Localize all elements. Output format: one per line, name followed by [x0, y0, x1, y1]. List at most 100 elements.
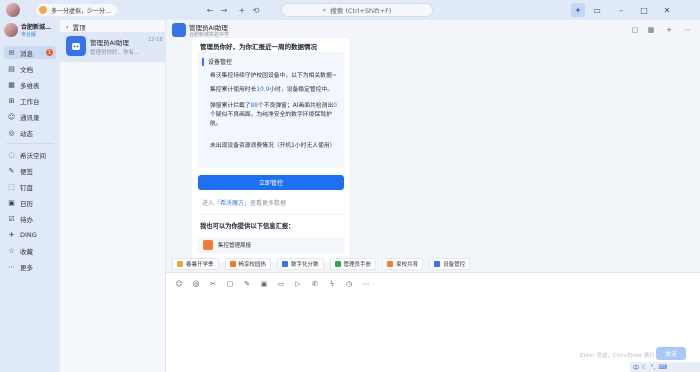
nav-item-tables[interactable]: ▦ 多维表	[4, 78, 56, 91]
quick-chip[interactable]: 春暑开学季	[172, 258, 219, 270]
paragraph-intro: 希沃集控持续守护校园设备中，以下为相关数据~	[210, 73, 337, 79]
paragraph-waste: 未出现设备资源浪费情况（开机1小时无人使用）	[210, 143, 336, 149]
report-item[interactable]: 集控管理周报	[198, 237, 344, 253]
quick-chip[interactable]: 数字化分数	[277, 258, 324, 270]
enter-link: 进入「希沃魔方」查看更多数据	[202, 198, 286, 207]
activity-icon: ◎	[8, 128, 15, 137]
search-icon: ⌕	[322, 5, 327, 14]
document-icon[interactable]: ▢	[225, 279, 235, 289]
video-icon[interactable]: ▷	[293, 279, 303, 289]
moon-icon: ☾	[642, 363, 648, 371]
nav-item-workbench[interactable]: ⊞ 工作台	[4, 94, 56, 107]
folder-icon[interactable]: ▭	[276, 279, 286, 289]
nav-item-todo[interactable]: ☑ 待办	[4, 212, 56, 225]
clock-icon[interactable]: ◷	[344, 279, 354, 289]
pinned-label: 置顶	[72, 24, 86, 32]
history-icon[interactable]: ⟲	[250, 4, 262, 16]
quick-actions: 春暑开学季 畅享校园热 数字化分数 管理员手册 家校共育 设备管控	[172, 258, 471, 270]
chip-icon	[434, 261, 441, 267]
chip-icon	[282, 261, 289, 267]
user-avatar[interactable]	[6, 3, 20, 17]
quick-chip[interactable]: 畅享校园热	[224, 258, 272, 270]
chip-label: 春暑开学季	[186, 262, 214, 268]
lightning-icon[interactable]: ϟ	[327, 279, 337, 289]
search-bar[interactable]: ⌕ 搜索 (Ctrl+Shift+F)	[281, 3, 433, 17]
nav-item-drive[interactable]: ⬚ 钉盘	[4, 180, 56, 193]
nav-item-notes[interactable]: ✎ 便签	[4, 164, 56, 177]
section-label: 设备管控	[202, 57, 232, 66]
quick-chip[interactable]: 设备管控	[429, 258, 471, 270]
at-icon[interactable]: @	[191, 279, 201, 289]
pinned-header[interactable]: ‹ 置顶	[66, 22, 86, 32]
forward-arrow-icon[interactable]: →	[218, 4, 230, 16]
blocked-text-post: 个疑似不良画面。为纯净安全的数字环境保驾护航。	[210, 112, 332, 127]
monitor-icon[interactable]: ▭	[590, 3, 604, 17]
chat-item-ai-assistant[interactable]: 管理员AI助理 12-18 管理员你好，你有...	[60, 32, 166, 62]
more-tools-icon[interactable]: ⋯	[361, 279, 371, 289]
ding-icon: ✈	[8, 230, 15, 239]
quick-chip[interactable]: 管理员手册	[329, 258, 377, 270]
profile-name: 合肥新城…	[21, 24, 52, 31]
nav-item-contacts[interactable]: ☺ 通讯录	[4, 110, 56, 123]
nav-label: 收藏	[20, 247, 33, 256]
add-member-icon[interactable]: +	[664, 25, 674, 35]
seewo-magic-link[interactable]: 希沃魔方	[220, 200, 244, 207]
edit-icon[interactable]: ✎	[242, 279, 252, 289]
quick-chip[interactable]: 家校共育	[382, 258, 424, 270]
drive-icon: ⬚	[8, 182, 15, 191]
chip-label: 畅享校园热	[238, 262, 267, 268]
nav-item-favorites[interactable]: ☆ 收藏	[4, 244, 56, 257]
chip-icon	[177, 261, 183, 267]
nav-label: 多维表	[20, 81, 40, 90]
more-icon: ⋯	[8, 262, 15, 271]
grid-icon: ⊞	[8, 96, 15, 105]
ime-toolbar[interactable]: 中 ☾ °, ⌨	[630, 362, 700, 372]
top-bar: 多一分虚拟，少一分… ← → + ⟲ ⌕ 搜索 (Ctrl+Shift+F) ✦…	[0, 0, 700, 20]
profile[interactable]: 合肥新城… 专业版	[4, 22, 51, 38]
keyboard-icon: ⌨	[658, 363, 667, 371]
nav-label: 通讯录	[20, 113, 40, 122]
nav-item-messages[interactable]: ✉ 消息 1	[4, 46, 56, 59]
close-icon[interactable]: ✕	[660, 3, 674, 17]
maximize-icon[interactable]: □	[637, 3, 651, 17]
nav-item-more[interactable]: ⋯ 更多	[4, 260, 56, 273]
message-input-area[interactable]: ☺ @ ✂ ▢ ✎ ▣ ▭ ▷ ✆ ϟ ◷ ⋯ Enter 发送，Ctrl+En…	[166, 272, 700, 372]
calendar-icon[interactable]: ▦	[646, 25, 656, 35]
send-button[interactable]: 发送	[656, 347, 686, 360]
ai-assistant-icon[interactable]: ✦	[571, 3, 585, 17]
space-icon: ◌	[8, 150, 15, 159]
nav-item-activity[interactable]: ◎ 动态	[4, 126, 56, 139]
back-arrow-icon[interactable]: ←	[204, 4, 216, 16]
blocked-value: 88	[250, 103, 258, 109]
unread-badge: 1	[46, 49, 53, 56]
minimize-icon[interactable]: –	[614, 3, 628, 17]
emoji-icon[interactable]: ☺	[174, 279, 184, 289]
robot-avatar-icon	[172, 23, 186, 37]
chat-subtitle: 合肥新城实验中学	[189, 32, 230, 38]
nav-item-docs[interactable]: ▤ 文档	[4, 62, 56, 75]
chat-item-preview: 管理员你好，你有...	[90, 50, 140, 56]
scissors-icon[interactable]: ✂	[208, 279, 218, 289]
paragraph-blocked: 弹窗累计拦截了88个不良弹窗；AI画面共检测出0个疑似不良画面。为纯净安全的数字…	[210, 102, 342, 129]
todo-icon: ☑	[8, 214, 15, 223]
plus-icon[interactable]: +	[236, 4, 248, 16]
section-bar	[202, 57, 204, 66]
chip-icon	[334, 261, 341, 267]
nav-item-calendar[interactable]: ▣ 日历	[4, 196, 56, 209]
chat-header: 管理员AI助理 合肥新城实验中学 ▢ ▦ + ⋯	[166, 20, 700, 40]
nav-divider	[6, 143, 54, 144]
image-icon[interactable]: ▣	[259, 279, 269, 289]
card-title: 管理员你好，为你汇报近一周的数据情况	[200, 43, 317, 51]
enter-post: 」查看更多数据	[244, 200, 287, 207]
more-icon[interactable]: ⋯	[682, 25, 692, 35]
search-placeholder: 搜索 (Ctrl+Shift+F)	[330, 7, 392, 15]
manage-now-button[interactable]: 立即管控	[198, 175, 344, 190]
nav-item-ding[interactable]: ✈ DING	[4, 228, 56, 241]
phone-icon[interactable]: ✆	[310, 279, 320, 289]
card-divider	[198, 214, 344, 215]
nav-item-space[interactable]: ◌ 希沃空间	[4, 148, 56, 161]
report-item-label: 集控管理周报	[218, 243, 252, 249]
punctuation-icon: °,	[650, 363, 656, 371]
folder-icon[interactable]: ▢	[630, 25, 640, 35]
notice-pill[interactable]: 多一分虚拟，少一分…	[36, 4, 118, 16]
